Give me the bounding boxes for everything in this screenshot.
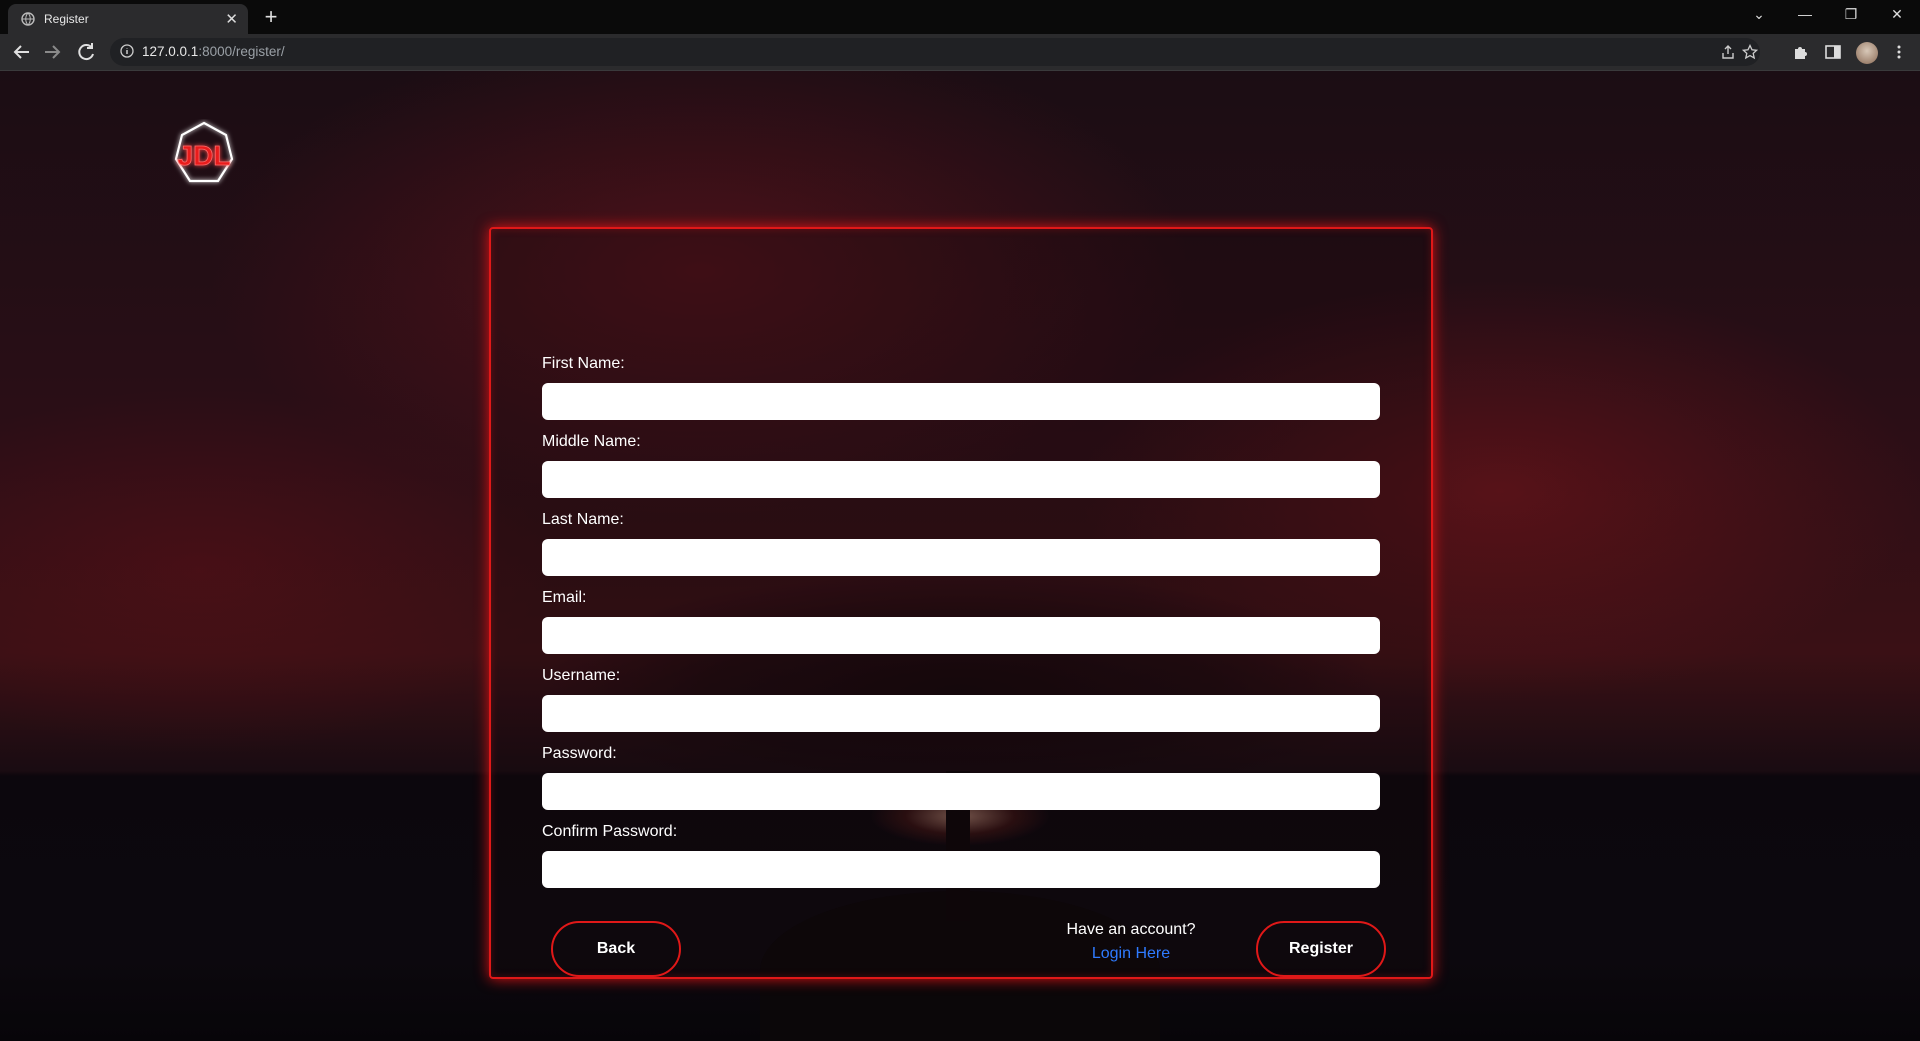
browser-tab-bar: Register ✕ + ⌄ — ❐ ✕ <box>0 0 1920 34</box>
info-icon[interactable] <box>120 44 134 58</box>
url-host: 127.0.0.1 <box>142 44 199 59</box>
register-button[interactable]: Register <box>1256 921 1386 977</box>
logo-text: JDL <box>178 140 231 171</box>
password-label: Password: <box>542 745 617 762</box>
menu-kebab-icon[interactable] <box>1890 43 1908 61</box>
share-icon[interactable] <box>1720 44 1736 60</box>
address-bar[interactable]: 127.0.0.1:8000/register/ <box>110 38 1760 66</box>
browser-tab[interactable]: Register ✕ <box>8 4 248 34</box>
tab-title: Register <box>44 12 89 26</box>
first-name-label: First Name: <box>542 355 625 372</box>
back-button[interactable]: Back <box>551 921 681 977</box>
extensions-puzzle-icon[interactable] <box>1792 43 1810 61</box>
globe-icon <box>21 12 35 26</box>
close-window-icon[interactable]: ✕ <box>1874 0 1920 30</box>
last-name-label: Last Name: <box>542 511 624 528</box>
confirm-password-input[interactable] <box>542 851 1380 888</box>
close-tab-icon[interactable]: ✕ <box>225 10 238 28</box>
confirm-password-label: Confirm Password: <box>542 823 678 840</box>
email-label: Email: <box>542 589 587 606</box>
page-background: JDL First Name: Middle Name: Last Name: … <box>0 71 1920 1041</box>
side-panel-icon[interactable] <box>1824 43 1842 61</box>
minimize-icon[interactable]: — <box>1782 0 1828 30</box>
have-account-text: Have an account? <box>1066 921 1196 938</box>
url-text: 127.0.0.1:8000/register/ <box>142 44 285 59</box>
profile-avatar[interactable] <box>1856 42 1878 64</box>
first-name-input[interactable] <box>542 383 1380 420</box>
username-label: Username: <box>542 667 621 684</box>
bookmark-star-icon[interactable] <box>1742 44 1758 60</box>
middle-name-input[interactable] <box>542 461 1380 498</box>
username-input[interactable] <box>542 695 1380 732</box>
reload-icon[interactable] <box>74 40 98 64</box>
site-logo[interactable]: JDL <box>168 119 240 191</box>
forward-arrow-icon[interactable] <box>40 40 64 64</box>
back-arrow-icon[interactable] <box>10 40 34 64</box>
password-input[interactable] <box>542 773 1380 810</box>
browser-toolbar: 127.0.0.1:8000/register/ <box>0 34 1920 71</box>
last-name-input[interactable] <box>542 539 1380 576</box>
tab-search-icon[interactable]: ⌄ <box>1736 0 1782 30</box>
email-input[interactable] <box>542 617 1380 654</box>
middle-name-label: Middle Name: <box>542 433 641 450</box>
login-here-link[interactable]: Login Here <box>1031 945 1231 963</box>
restore-icon[interactable]: ❐ <box>1828 0 1874 30</box>
url-path: :8000/register/ <box>198 44 285 59</box>
register-form-card: First Name: Middle Name: Last Name: Emai… <box>489 227 1433 979</box>
new-tab-button[interactable]: + <box>258 4 284 30</box>
